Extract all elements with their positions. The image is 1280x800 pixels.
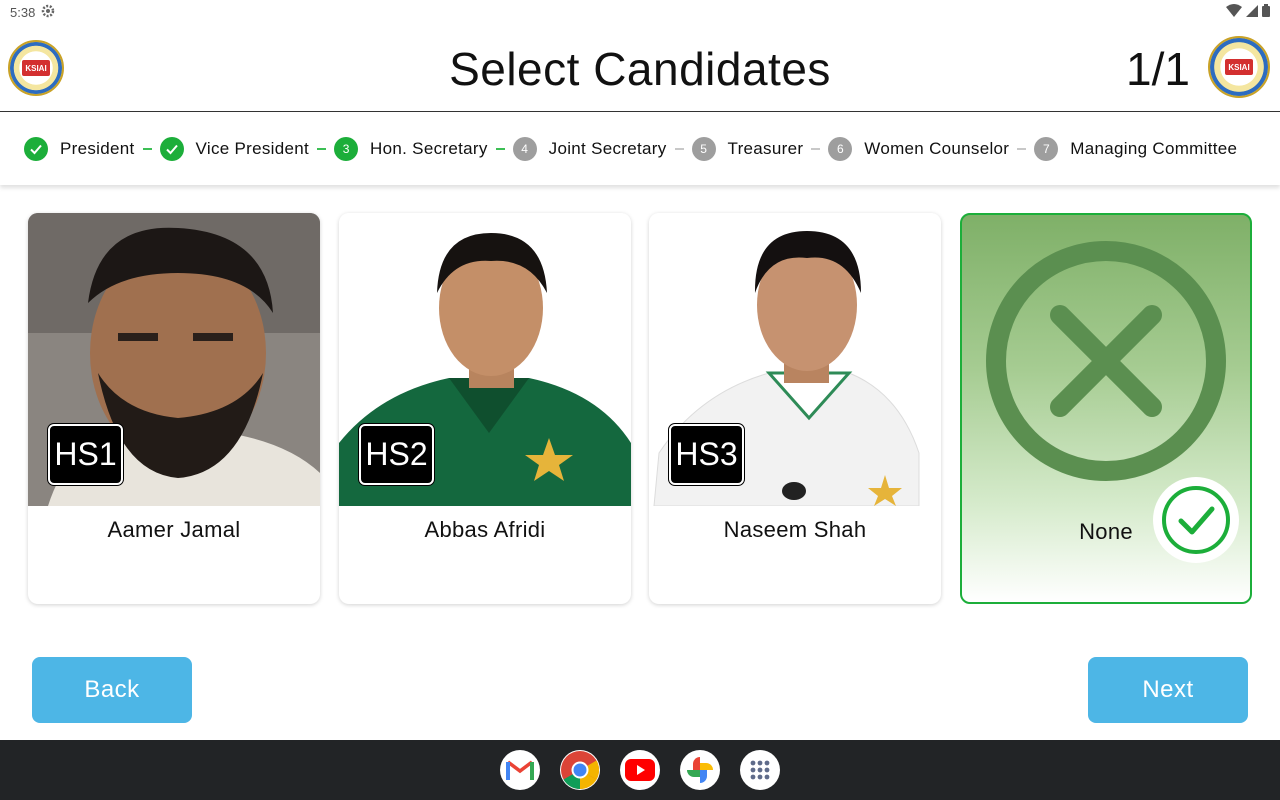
- back-button[interactable]: Back: [32, 657, 192, 723]
- step-connector: [811, 148, 821, 150]
- battery-icon: [1262, 4, 1270, 20]
- step-number: 3: [334, 137, 359, 161]
- step-label: Managing Committee: [1070, 139, 1238, 158]
- page-title: Select Candidates: [449, 43, 831, 95]
- photos-icon[interactable]: [680, 750, 720, 790]
- step-connector: [1017, 148, 1027, 150]
- none-option-card[interactable]: None: [960, 213, 1252, 604]
- candidate-code-badge: HS3: [669, 424, 744, 485]
- step-connector: [142, 148, 152, 150]
- step-president: President: [24, 137, 135, 161]
- step-vice-president: Vice President: [159, 137, 310, 161]
- gmail-icon[interactable]: [500, 750, 540, 790]
- step-number: 5: [691, 137, 716, 161]
- association-logo-right: KSIAI: [1208, 36, 1270, 98]
- ballot-counter: 1/1: [1126, 43, 1190, 95]
- header: KSIAI Select Candidates 1/1 KSIAI: [0, 24, 1280, 112]
- logo-text: KSIAI: [1225, 59, 1253, 75]
- step-connector: [674, 148, 684, 150]
- app-drawer-icon[interactable]: [740, 750, 780, 790]
- candidate-name: Naseem Shah: [723, 517, 867, 542]
- candidate-name: Abbas Afridi: [424, 517, 546, 542]
- step-managing-committee: 7 Managing Committee: [1034, 137, 1237, 161]
- check-icon: [24, 137, 48, 161]
- next-button[interactable]: Next: [1088, 657, 1248, 723]
- status-bar: 5:38: [0, 0, 1280, 24]
- step-label: Joint Secretary: [548, 139, 667, 158]
- candidate-code-badge: HS1: [48, 424, 123, 485]
- step-women-counselor: 6 Women Counselor: [828, 137, 1009, 161]
- cancel-circle-icon: [984, 239, 1228, 483]
- step-label: Hon. Secretary: [370, 139, 488, 158]
- candidate-grid: HS1 Aamer Jamal HS2 Abbas Afridi HS3 Nas…: [28, 213, 1252, 605]
- chrome-icon[interactable]: [560, 750, 600, 790]
- candidate-code-badge: HS2: [359, 424, 434, 485]
- step-connector: [495, 148, 505, 150]
- candidate-card-hs2[interactable]: HS2 Abbas Afridi: [339, 213, 631, 604]
- candidate-card-hs1[interactable]: HS1 Aamer Jamal: [28, 213, 320, 604]
- step-label: Vice President: [195, 139, 310, 158]
- status-time: 5:38: [10, 4, 36, 20]
- settings-icon: [41, 4, 55, 21]
- check-icon: [159, 137, 184, 161]
- wifi-icon: [1226, 3, 1242, 21]
- signal-icon: [1246, 4, 1258, 20]
- step-label: President: [60, 139, 135, 158]
- step-joint-secretary: 4 Joint Secretary: [512, 137, 667, 161]
- step-number: 7: [1034, 137, 1059, 161]
- youtube-icon[interactable]: [620, 750, 660, 790]
- step-connector: [317, 148, 327, 150]
- step-number: 4: [512, 137, 537, 161]
- candidate-card-hs3[interactable]: HS3 Naseem Shah: [649, 213, 941, 604]
- step-number: 6: [828, 137, 853, 161]
- selected-check-icon: [1153, 477, 1239, 563]
- taskbar: [0, 740, 1280, 800]
- candidate-name: Aamer Jamal: [107, 517, 241, 542]
- step-label: Treasurer: [727, 139, 804, 158]
- step-label: Women Counselor: [864, 139, 1010, 158]
- position-stepper: President Vice President 3 Hon. Secretar…: [0, 113, 1280, 185]
- step-hon-secretary: 3 Hon. Secretary: [334, 137, 488, 161]
- step-treasurer: 5 Treasurer: [691, 137, 804, 161]
